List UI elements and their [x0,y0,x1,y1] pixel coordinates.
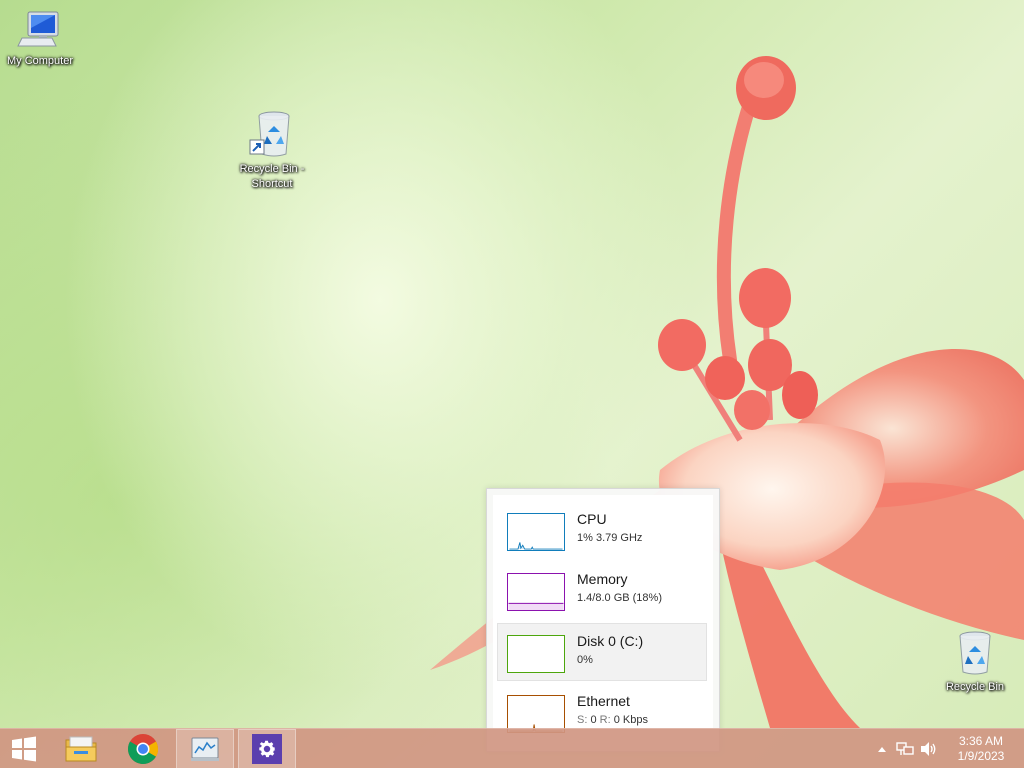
show-hidden-icons-button[interactable] [872,739,892,759]
receive-value: 0 Kbps [613,714,648,726]
perf-item-value: 1.4/8.0 GB (18%) [577,592,662,604]
perf-item-value: S: 0 R: 0 Kbps [577,714,648,726]
desktop-icon-label: My Computer [6,55,74,67]
recycle-bin-icon [959,631,991,675]
taskbar-file-explorer[interactable] [52,729,110,768]
perf-item-disk[interactable]: Disk 0 (C:) 0% [497,623,707,681]
desktop-icon-label: Recycle Bin - Shortcut [239,163,305,190]
windows-logo-icon [12,736,36,762]
perf-item-name: Disk 0 (C:) [577,633,644,649]
desktop: My Computer Recycle Bin - Shortcut Recyc… [0,0,1024,768]
desktop-icon-label: Recycle Bin [945,681,1005,693]
volume-tray-button[interactable] [919,739,939,759]
taskbar-settings[interactable] [238,729,296,768]
perf-item-name: CPU [577,511,607,527]
clock-date: 1/9/2023 [957,749,1005,763]
start-button[interactable] [0,729,48,768]
volume-icon [921,742,936,756]
taskbar-task-manager[interactable] [176,729,234,768]
network-tray-button[interactable] [895,739,915,759]
settings-tile [252,734,282,764]
perf-item-name: Memory [577,571,628,587]
task-manager-icon [191,737,219,761]
clock-time: 3:36 AM [958,734,1004,748]
desktop-icon-recycle-bin[interactable]: Recycle Bin [935,630,1015,695]
taskbar-chrome[interactable] [114,729,172,768]
send-label: S: [577,714,588,726]
perf-item-value: 0% [577,654,593,666]
desktop-icon-my-computer[interactable]: My Computer [0,8,80,69]
recycle-bin-shortcut-icon [249,111,290,157]
desktop-icon-recycle-bin-shortcut[interactable]: Recycle Bin - Shortcut [232,110,312,192]
perf-item-memory[interactable]: Memory 1.4/8.0 GB (18%) [497,561,707,619]
chevron-up-icon [878,747,886,752]
memory-graph [507,573,565,611]
performance-list: CPU 1% 3.79 GHz Memory 1.4/8.0 GB (18%) … [493,495,713,751]
taskbar: 3:36 AM 1/9/2023 [0,728,1024,768]
send-value: 0 [590,714,597,726]
network-icon [896,742,914,755]
taskbar-clock[interactable]: 3:36 AM 1/9/2023 [950,734,1012,764]
disk-graph [507,635,565,673]
perf-item-value: 1% 3.79 GHz [577,532,643,544]
cpu-graph [507,513,565,551]
perf-item-name: Ethernet [577,693,630,709]
folder-icon [65,736,97,762]
perf-item-cpu[interactable]: CPU 1% 3.79 GHz [497,501,707,559]
chrome-icon [127,734,159,765]
computer-icon [17,11,59,47]
receive-label: R: [599,714,611,726]
gear-icon [259,740,276,758]
performance-flyout: CPU 1% 3.79 GHz Memory 1.4/8.0 GB (18%) … [486,488,720,752]
